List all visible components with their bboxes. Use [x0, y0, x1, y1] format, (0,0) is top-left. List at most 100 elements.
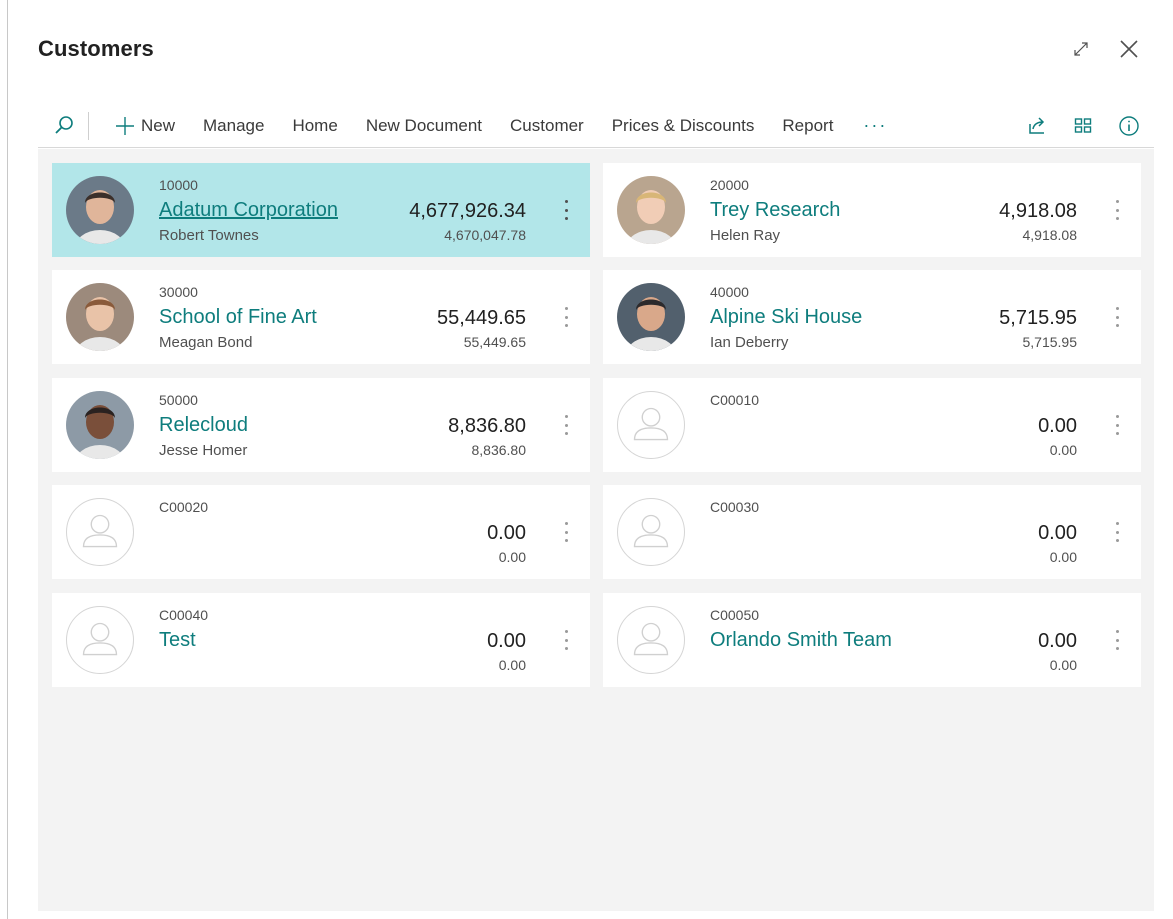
customer-balance: 4,677,926.34 [409, 200, 526, 222]
info-button[interactable] [1114, 111, 1144, 141]
customer-balance-due: 0.00 [498, 657, 526, 673]
search-button[interactable] [44, 115, 84, 137]
customer-contact: Helen Ray [710, 227, 781, 244]
page-title: Customers [38, 36, 154, 61]
toolbar-right-icons [1006, 104, 1144, 148]
card-more-icon[interactable] [558, 197, 574, 223]
share-icon [1029, 117, 1045, 134]
customer-contact: Robert Townes [159, 227, 259, 244]
action-bar: New Manage Home New Document Customer Pr… [38, 104, 1154, 148]
layout-toggle-button[interactable] [1068, 111, 1098, 141]
card-more-icon[interactable] [558, 304, 574, 330]
card-more-icon[interactable] [558, 627, 574, 653]
customer-name-link[interactable]: Test [159, 629, 196, 652]
customer-card[interactable]: 10000 Adatum Corporation Robert Townes 4,67… [52, 163, 590, 257]
placeholder-avatar-icon [633, 514, 669, 548]
customer-balance: 8,836.80 [448, 415, 526, 437]
customer-card[interactable]: 30000 School of Fine Art Meagan Bond 55,449… [52, 270, 590, 364]
customer-photo [66, 391, 134, 459]
customer-balance-due: 5,715.95 [1022, 334, 1078, 350]
card-more-icon[interactable] [1109, 519, 1125, 545]
card-more-icon[interactable] [558, 519, 574, 545]
customer-name-link[interactable]: Orlando Smith Team [710, 629, 892, 652]
customer-balance: 55,449.65 [437, 307, 526, 329]
customer-number: C00040 [159, 607, 209, 623]
customer-tile-list: 10000 Adatum Corporation Robert Townes 4,67… [38, 149, 1154, 911]
new-button-label: New [141, 115, 176, 135]
manage-menu[interactable]: Manage [203, 116, 264, 136]
placeholder-avatar [617, 606, 685, 674]
customer-balance: 0.00 [1038, 522, 1077, 544]
customer-balance: 0.00 [487, 522, 526, 544]
customer-balance-due: 4,670,047.78 [444, 227, 526, 243]
customer-card[interactable]: 20000 Trey Research Helen Ray 4,918.08 4,918… [603, 163, 1141, 257]
customer-number: 10000 [159, 177, 198, 193]
prices-discounts-menu[interactable]: Prices & Discounts [612, 116, 755, 136]
customer-card[interactable]: C00030 0.00 0.00 [603, 485, 1141, 579]
person-photo-icon [617, 176, 685, 244]
toolbar-divider [88, 111, 89, 140]
person-photo-icon [66, 176, 134, 244]
customer-balance-due: 8,836.80 [471, 442, 527, 458]
customer-balance-due: 0.00 [498, 549, 526, 565]
customer-contact: Jesse Homer [159, 442, 248, 459]
customer-number: 50000 [159, 392, 198, 408]
card-more-icon[interactable] [558, 412, 574, 438]
customer-balance-due: 55,449.65 [463, 334, 526, 350]
customer-number: 40000 [710, 284, 749, 300]
expand-button[interactable] [1068, 36, 1094, 62]
customer-balance-due: 0.00 [1049, 549, 1077, 565]
window-left-edge [0, 0, 8, 919]
customer-card[interactable]: 40000 Alpine Ski House Ian Deberry 5,715.95… [603, 270, 1141, 364]
customer-contact: Ian Deberry [710, 334, 789, 351]
placeholder-avatar [66, 606, 134, 674]
customer-balance-due: 0.00 [1049, 657, 1077, 673]
search-icon [55, 115, 73, 134]
customer-card[interactable]: C00020 0.00 0.00 [52, 485, 590, 579]
customer-balance-due: 4,918.08 [1022, 227, 1078, 243]
customer-card[interactable]: C00050 Orlando Smith Team 0.00 0.00 [603, 593, 1141, 687]
customer-balance: 0.00 [487, 630, 526, 652]
home-menu[interactable]: Home [292, 116, 337, 136]
placeholder-avatar-icon [633, 407, 669, 441]
customer-photo [66, 176, 134, 244]
customer-menu[interactable]: Customer [510, 116, 584, 136]
customer-balance: 0.00 [1038, 415, 1077, 437]
plus-icon [116, 116, 134, 135]
customer-contact: Meagan Bond [159, 334, 253, 351]
share-button[interactable] [1022, 111, 1052, 141]
customer-number: C00020 [159, 499, 209, 515]
customer-balance: 5,715.95 [999, 307, 1077, 329]
customer-name-link[interactable]: Relecloud [159, 414, 248, 437]
customer-number: 30000 [159, 284, 198, 300]
report-menu[interactable]: Report [782, 116, 833, 136]
placeholder-avatar-icon [82, 622, 118, 656]
customer-number: C00010 [710, 392, 760, 408]
grid-view-icon [1074, 118, 1092, 133]
new-button[interactable]: New [115, 116, 175, 136]
customer-name-link[interactable]: Adatum Corporation [159, 199, 338, 222]
customer-balance-due: 0.00 [1049, 442, 1077, 458]
customer-card[interactable]: 50000 Relecloud Jesse Homer 8,836.80 8,836.8… [52, 378, 590, 472]
person-photo-icon [66, 391, 134, 459]
customer-card[interactable]: C00040 Test 0.00 0.00 [52, 593, 590, 687]
new-document-menu[interactable]: New Document [366, 116, 482, 136]
customer-number: C00050 [710, 607, 760, 623]
card-more-icon[interactable] [1109, 197, 1125, 223]
card-more-icon[interactable] [1109, 304, 1125, 330]
card-more-icon[interactable] [1109, 627, 1125, 653]
close-icon [1120, 40, 1138, 58]
expand-icon [1074, 42, 1088, 56]
placeholder-avatar-icon [82, 514, 118, 548]
customer-number: 20000 [710, 177, 749, 193]
customer-name-link[interactable]: Trey Research [710, 199, 840, 222]
customer-number: C00030 [710, 499, 760, 515]
close-button[interactable] [1116, 36, 1142, 62]
customer-card[interactable]: C00010 0.00 0.00 [603, 378, 1141, 472]
card-more-icon[interactable] [1109, 412, 1125, 438]
customer-name-link[interactable]: School of Fine Art [159, 306, 317, 329]
customer-name-link[interactable]: Alpine Ski House [710, 306, 862, 329]
placeholder-avatar [617, 391, 685, 459]
person-photo-icon [66, 283, 134, 351]
more-options-button[interactable]: ··· [863, 115, 887, 136]
